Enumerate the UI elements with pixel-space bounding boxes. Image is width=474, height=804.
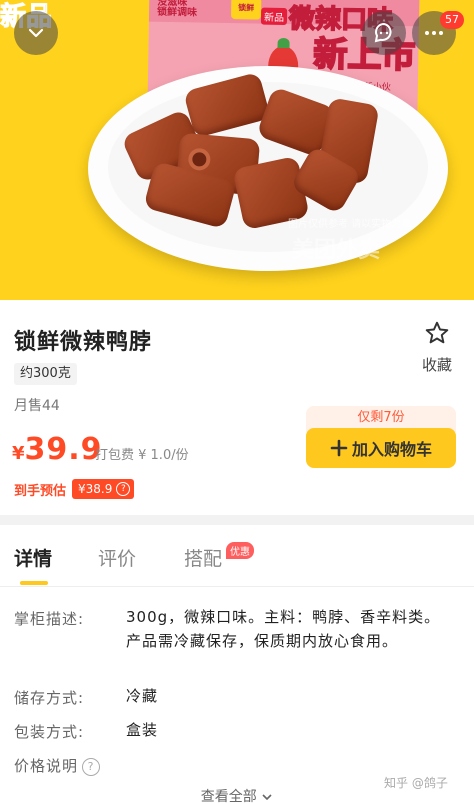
- storage-label: 储存方式:: [14, 689, 85, 707]
- question-icon: ?: [116, 482, 131, 496]
- plus-icon: [330, 439, 348, 457]
- message-count-badge: 57: [440, 11, 464, 29]
- product-spec-tag: 约300克: [14, 363, 77, 385]
- meituan-watermark: 美团外卖: [292, 238, 381, 263]
- price: ¥39.9: [12, 432, 103, 467]
- estimated-price-row[interactable]: 到手预估 ¥38.9 ?: [14, 479, 135, 499]
- plate: [88, 66, 448, 271]
- tab-details[interactable]: 详情: [14, 544, 52, 571]
- tab-reviews[interactable]: 评价: [98, 544, 136, 571]
- package-brand: 没滋味 锁鲜调味: [157, 0, 198, 19]
- packing-fee: 打包费 ¥ 1.0/份: [95, 448, 189, 463]
- price-currency: ¥: [12, 443, 25, 464]
- active-tab-indicator: [20, 581, 48, 585]
- chevron-down-icon: [28, 28, 44, 38]
- question-icon[interactable]: ?: [82, 757, 101, 776]
- view-all-label: 查看全部: [200, 789, 257, 804]
- favorite-button[interactable]: 收藏: [414, 320, 460, 375]
- details-section: 详情 评价 搭配 优惠 掌柜描述: 300g，微辣口味。主料：鸭脖、香辛料类。产…: [0, 525, 474, 804]
- storage-value: 冷藏: [126, 687, 159, 705]
- description-value: 300g，微辣口味。主料：鸭脖、香辛料类。产品需冷藏保存，保质期内放心食用。: [126, 608, 441, 650]
- monthly-sales: 月售44: [14, 398, 60, 414]
- collapse-button[interactable]: [14, 11, 58, 55]
- detail-tabs: 详情 评价 搭配 优惠: [0, 525, 474, 587]
- product-title: 锁鲜微辣鸭脖: [14, 330, 153, 355]
- chat-button[interactable]: [362, 11, 406, 55]
- product-info-card: 锁鲜微辣鸭脖 约300克 月售44 收藏 ¥39.9 打包费 ¥ 1.0/份 到…: [0, 300, 474, 515]
- tab-combos[interactable]: 搭配: [184, 544, 222, 571]
- source-watermark: 知乎 @鸽子: [384, 776, 448, 790]
- packaging-value: 盒装: [126, 721, 159, 739]
- star-icon: [425, 321, 449, 344]
- package-logo: 锁鲜: [230, 0, 262, 20]
- price-note-label: 价格说明: [14, 757, 79, 775]
- favorite-label: 收藏: [421, 356, 452, 374]
- chevron-down-small-icon: [262, 794, 272, 801]
- product-image: 新品 没滋味 锁鲜调味 锁鲜 新品 微辣口味 新上市 微辣新小伙 图片仅供参考 …: [0, 0, 474, 300]
- description-label: 掌柜描述:: [14, 610, 85, 628]
- estimate-label: 到手预估: [14, 483, 67, 499]
- estimate-price: ¥38.9: [78, 482, 113, 496]
- add-to-cart-button[interactable]: 加入购物车: [306, 428, 456, 468]
- price-note-row[interactable]: 价格说明?: [14, 755, 101, 776]
- estimate-price-badge[interactable]: ¥38.9 ?: [72, 479, 135, 499]
- add-to-cart-label: 加入购物车: [351, 440, 432, 459]
- packaging-label: 包装方式:: [14, 723, 85, 741]
- chat-icon: [374, 22, 392, 43]
- package-new-tag: 新品: [260, 7, 288, 26]
- price-value: 39.9: [24, 432, 103, 467]
- promo-badge: 优惠: [226, 542, 254, 559]
- image-disclaimer: 图片仅供参考 请以实物为准: [288, 219, 412, 230]
